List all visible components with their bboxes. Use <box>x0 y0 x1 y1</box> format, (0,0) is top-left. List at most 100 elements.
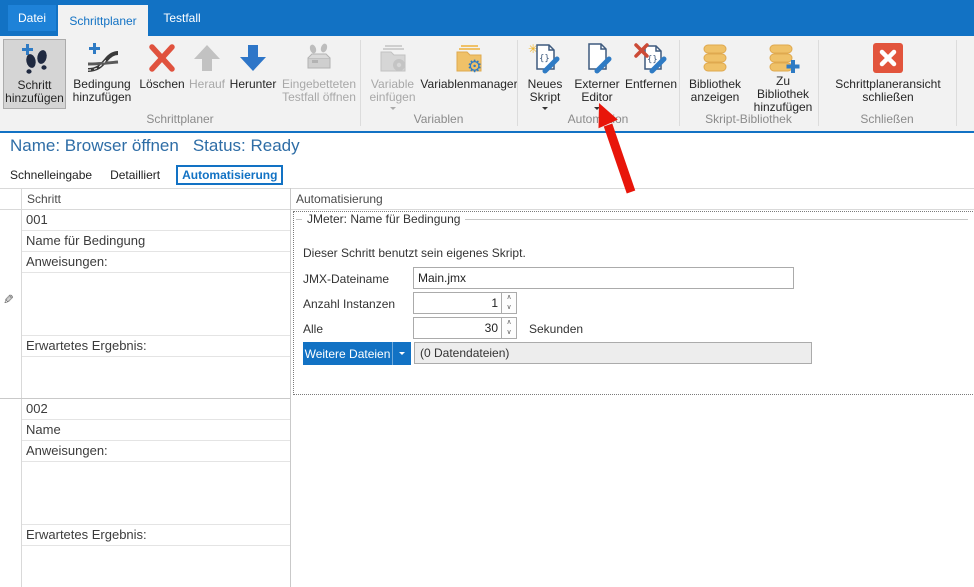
group-label-automation: Automation <box>517 112 679 126</box>
tab-schnelleingabe[interactable]: Schnelleingabe <box>8 166 94 184</box>
step-expected-body[interactable] <box>22 357 290 398</box>
open-embedded-testcase-label: Eingebetteten Testfall öffnen <box>281 78 357 104</box>
instance-count-label: Anzahl Instanzen <box>303 297 395 311</box>
new-script-label: Neues Skript <box>521 78 569 104</box>
variable-manager-button[interactable]: ⚙ Variablenmanager <box>423 39 515 109</box>
delete-label: Löschen <box>139 78 184 91</box>
database-add-icon <box>766 41 800 75</box>
ribbon-tab-bar: Datei Schrittplaner Testfall <box>0 0 974 36</box>
spinner-up-icon[interactable]: ∧ <box>502 293 516 303</box>
tab-detailliert[interactable]: Detailliert <box>108 166 162 184</box>
open-embedded-testcase-button: Eingebetteten Testfall öffnen <box>281 39 357 109</box>
jmx-filename-label: JMX-Dateiname <box>303 272 389 286</box>
spinner-down-icon[interactable]: ∨ <box>502 303 516 313</box>
group-label-schliessen: Schließen <box>818 112 956 126</box>
ribbon: Schritt hinzufügen Bedingung hinzufügen <box>0 36 974 131</box>
interval-value[interactable]: 30 <box>414 318 501 338</box>
external-editor-label: Externer Editor <box>571 78 623 104</box>
footprints-add-icon <box>19 42 51 79</box>
close-planner-view-label: Schrittplaneransicht schließen <box>824 78 952 104</box>
show-library-label: Bibliothek anzeigen <box>684 78 746 104</box>
step-instructions-body[interactable] <box>22 273 290 336</box>
tab-automatisierung[interactable]: Automatisierung <box>176 165 283 185</box>
automation-cell-focus-rect <box>293 211 974 395</box>
spinner-up-icon[interactable]: ∧ <box>502 318 516 328</box>
add-to-library-button[interactable]: Zu Bibliothek hinzufügen <box>749 39 817 109</box>
remove-script-label: Entfernen <box>625 78 677 91</box>
automation-column-header: Automatisierung <box>291 189 974 209</box>
svg-text:{}: {} <box>539 54 550 64</box>
tab-testfall[interactable]: Testfall <box>150 5 214 31</box>
variable-manager-icon: ⚙ <box>453 41 485 78</box>
step-name-cell[interactable]: Name <box>22 420 290 441</box>
step-id-cell[interactable]: 002 <box>22 399 290 420</box>
add-condition-button[interactable]: Bedingung hinzufügen <box>68 39 136 109</box>
database-icon <box>699 41 731 78</box>
add-step-button[interactable]: Schritt hinzufügen <box>3 39 66 109</box>
own-script-description: Dieser Schritt benutzt sein eigenes Skri… <box>303 246 526 260</box>
tab-schrittplaner[interactable]: Schrittplaner <box>58 5 148 36</box>
svg-text:⚙: ⚙ <box>467 57 482 75</box>
step-column-header: Schritt <box>22 189 290 209</box>
step-instructions-body[interactable] <box>22 462 290 525</box>
add-to-library-label: Zu Bibliothek hinzufügen <box>749 75 817 114</box>
move-up-button: Herauf <box>187 39 227 109</box>
page-title: Name: Browser öffnen Status: Ready <box>10 136 314 156</box>
schrittplaner-window: Datei Schrittplaner Testfall Schritt hin… <box>0 0 974 587</box>
step-instructions-cell[interactable]: Anweisungen: <box>22 252 290 273</box>
group-label-variablen: Variablen <box>360 112 517 126</box>
interval-label: Alle <box>303 322 323 336</box>
external-editor-icon <box>580 41 614 78</box>
interval-stepper[interactable]: 30 ∧ ∨ <box>413 317 517 339</box>
step-block-002: 002 Name Anweisungen: Erwartetes Ergebni… <box>22 399 290 586</box>
remove-script-icon: {} <box>634 41 668 78</box>
branch-add-icon <box>85 41 119 78</box>
jmx-filename-input[interactable]: Main.jmx <box>413 267 794 289</box>
step-name-cell[interactable]: Name für Bedingung <box>22 231 290 252</box>
data-files-readonly-field: (0 Datendateien) <box>414 342 812 364</box>
move-up-label: Herauf <box>189 78 225 91</box>
insert-variable-icon <box>377 41 409 78</box>
insert-variable-label: Variable einfügen <box>365 78 420 104</box>
view-tab-strip: Schnelleingabe Detailliert Automatisieru… <box>8 164 283 186</box>
panel-separator-line <box>290 188 291 587</box>
arrow-down-icon <box>238 41 268 78</box>
more-files-dropdown[interactable] <box>392 342 411 365</box>
instance-count-value[interactable]: 1 <box>414 293 501 313</box>
step-block-001: 001 Name für Bedingung Anweisungen: Erwa… <box>22 210 290 398</box>
new-script-button[interactable]: ✳ {} Neues Skript <box>521 39 569 121</box>
arrow-up-icon <box>192 41 222 78</box>
step-id-cell[interactable]: 001 <box>22 210 290 231</box>
insert-variable-button: Variable einfügen <box>365 39 420 121</box>
tab-datei[interactable]: Datei <box>8 5 56 31</box>
new-script-icon: ✳ {} <box>528 41 562 78</box>
move-down-label: Herunter <box>230 78 277 91</box>
step-expected-body[interactable] <box>22 546 290 586</box>
interval-unit-label: Sekunden <box>529 322 583 336</box>
step-status-text: Status: Ready <box>193 136 300 155</box>
external-editor-button[interactable]: Externer Editor <box>571 39 623 121</box>
stepper-buttons: ∧ ∨ <box>501 293 516 313</box>
edit-pencil-icon: ✎ <box>3 292 14 308</box>
close-view-icon <box>872 41 904 78</box>
dropdown-arrow-icon <box>399 352 405 358</box>
step-instructions-cell[interactable]: Anweisungen: <box>22 441 290 462</box>
close-planner-view-button[interactable]: Schrittplaneransicht schließen <box>824 39 952 109</box>
show-library-button[interactable]: Bibliothek anzeigen <box>684 39 746 109</box>
instance-count-stepper[interactable]: 1 ∧ ∨ <box>413 292 517 314</box>
embedded-testcase-icon <box>302 41 336 78</box>
groupbox-title: JMeter: Name für Bedingung <box>302 212 465 226</box>
remove-script-button[interactable]: {} Entfernen <box>625 39 677 109</box>
add-condition-label: Bedingung hinzufügen <box>68 78 136 104</box>
step-expected-cell[interactable]: Erwartetes Ergebnis: <box>22 336 290 357</box>
variable-manager-label: Variablenmanager <box>420 78 517 91</box>
delete-button[interactable]: Löschen <box>139 39 185 109</box>
step-expected-cell[interactable]: Erwartetes Ergebnis: <box>22 525 290 546</box>
spinner-down-icon[interactable]: ∨ <box>502 328 516 338</box>
add-step-label: Schritt hinzufügen <box>4 79 65 105</box>
more-files-button[interactable]: Weitere Dateien <box>303 342 411 365</box>
group-separator <box>956 40 957 126</box>
step-name-text: Name: Browser öffnen <box>10 136 179 155</box>
ribbon-accent-line <box>0 131 974 133</box>
move-down-button[interactable]: Herunter <box>229 39 277 109</box>
